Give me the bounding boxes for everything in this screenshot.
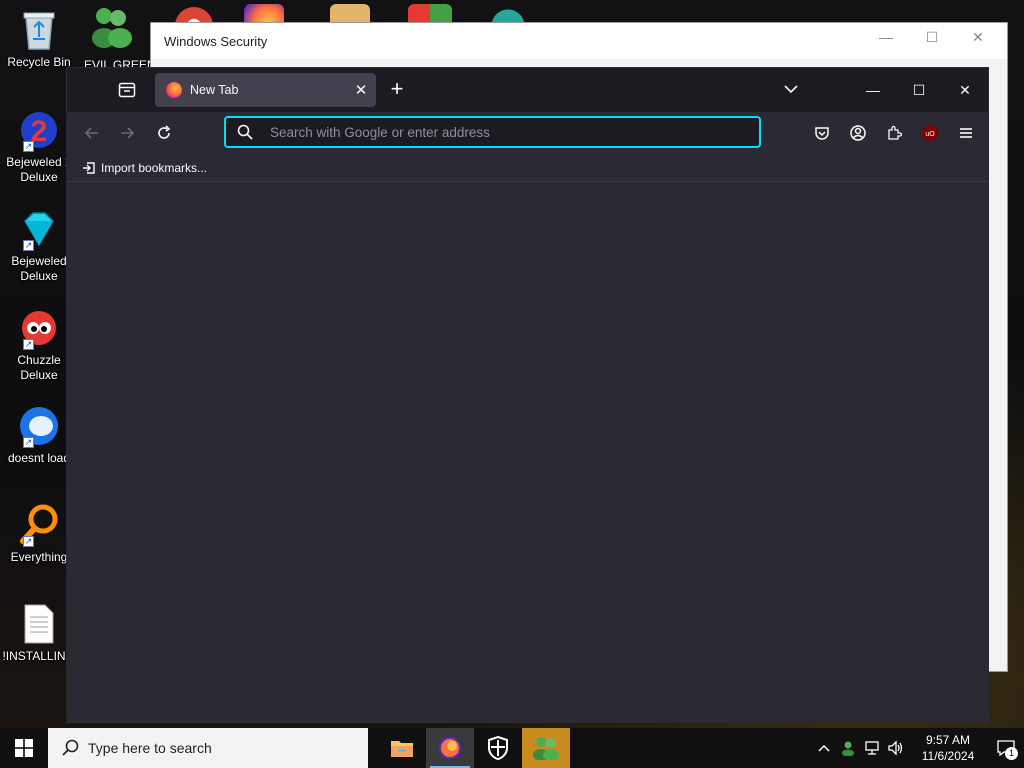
taskbar: Type here to search 9:57 AM 11/6/2024 1: [0, 728, 1024, 768]
new-tab-button[interactable]: +: [385, 78, 409, 102]
shortcut-arrow-icon: ↗: [23, 536, 34, 547]
bejeweled-label: Bejeweled Deluxe: [11, 254, 67, 283]
tab-close-icon[interactable]: ✕: [350, 81, 372, 99]
firefox-close-button[interactable]: ✕: [942, 68, 988, 112]
search-icon: [226, 124, 264, 140]
tab-title: New Tab: [190, 83, 239, 97]
navigation-toolbar: uO: [67, 112, 988, 154]
thunderbird-icon: ↗: [17, 404, 61, 448]
shortcut-arrow-icon: ↗: [23, 240, 34, 251]
evil-green-desktop-icon[interactable]: EVIL GREEN: [84, 4, 150, 72]
notification-count-badge: 1: [1005, 747, 1018, 760]
bejeweled-desktop-icon[interactable]: ↗ Bejeweled Deluxe: [4, 207, 74, 284]
firefox-taskbar-button[interactable]: [426, 728, 474, 768]
firefox-minimize-button[interactable]: —: [850, 68, 896, 112]
volume-icon[interactable]: [884, 740, 908, 756]
windows-security-icon: [488, 736, 508, 760]
clock[interactable]: 9:57 AM 11/6/2024: [914, 732, 982, 764]
forward-button[interactable]: [115, 121, 139, 145]
import-bookmarks-link[interactable]: Import bookmarks...: [101, 161, 207, 175]
firefox-view-icon: [118, 82, 136, 98]
windows-security-taskbar-button[interactable]: [474, 728, 522, 768]
windows-logo-icon: [15, 739, 33, 757]
maximize-button[interactable]: ☐: [909, 29, 955, 46]
bejeweled-2-label: Bejeweled 2 Deluxe: [6, 155, 71, 184]
everything-label: Everything: [10, 550, 68, 564]
firefox-window-controls: — ☐ ✕: [850, 68, 988, 112]
evil-green-tray-icon[interactable]: [836, 740, 860, 756]
minimize-button[interactable]: —: [863, 29, 909, 46]
recycle-bin-icon: [17, 8, 61, 52]
tab-new-tab[interactable]: New Tab ✕: [155, 73, 376, 107]
reload-icon: [158, 125, 171, 139]
chevron-down-icon: [784, 85, 798, 94]
close-button[interactable]: ✕: [955, 29, 1001, 46]
search-icon: [62, 739, 79, 756]
tab-bar: New Tab ✕ + — ☐ ✕: [67, 68, 988, 112]
firefox-window[interactable]: New Tab ✕ + — ☐ ✕ Search with Google or …: [66, 67, 989, 723]
text-document-icon: [17, 602, 61, 646]
svg-text:uO: uO: [925, 131, 935, 138]
firefox-icon: [439, 737, 461, 759]
taskbar-search-box[interactable]: Type here to search: [48, 728, 368, 768]
network-icon[interactable]: [860, 740, 884, 756]
action-center-button[interactable]: 1: [988, 728, 1024, 768]
bejeweled-2-desktop-icon[interactable]: 2 ↗ Bejeweled 2 Deluxe: [4, 108, 74, 185]
file-explorer-icon: [391, 741, 413, 757]
chuzzle-label: Chuzzle Deluxe: [17, 353, 61, 382]
desktop: EVIL GREEN Recycle Bin 2 ↗ Bejeweled 2 D…: [0, 0, 1024, 728]
taskbar-search-placeholder: Type here to search: [88, 740, 212, 756]
chevron-up-icon: [818, 744, 830, 752]
address-input[interactable]: [264, 124, 759, 140]
list-all-tabs-button[interactable]: [781, 79, 801, 99]
new-tab-page: [67, 182, 988, 722]
back-arrow-icon: [84, 127, 98, 139]
forward-arrow-icon: [121, 127, 135, 139]
ublock-origin-icon[interactable]: uO: [918, 121, 942, 145]
firefox-favicon-icon: [166, 82, 182, 98]
doesnt-load-desktop-icon[interactable]: ↗ doesnt load: [4, 404, 74, 466]
system-tray: 9:57 AM 11/6/2024 1: [812, 728, 1024, 768]
chuzzle-icon: ↗: [17, 306, 61, 350]
evil-green-icon: [533, 737, 559, 760]
shortcut-arrow-icon: ↗: [23, 339, 34, 350]
bejeweled-2-icon: 2 ↗: [17, 108, 61, 152]
firefox-maximize-button[interactable]: ☐: [896, 68, 942, 112]
url-bar[interactable]: [224, 116, 761, 148]
recycle-bin-desktop-icon[interactable]: Recycle Bin: [4, 8, 74, 70]
bejeweled-icon: ↗: [17, 207, 61, 251]
everything-search-icon: ↗: [17, 503, 61, 547]
evil-green-taskbar-button[interactable]: [522, 728, 570, 768]
extensions-icon[interactable]: [882, 121, 906, 145]
doesnt-load-label: doesnt load: [7, 451, 71, 465]
account-icon[interactable]: [846, 121, 870, 145]
clock-date: 11/6/2024: [921, 749, 975, 763]
installing-label: !INSTALLIN...: [2, 649, 76, 663]
pocket-icon[interactable]: [810, 121, 834, 145]
recycle-bin-label: Recycle Bin: [7, 55, 71, 69]
windows-security-controls: — ☐ ✕: [863, 29, 1001, 46]
chuzzle-desktop-icon[interactable]: ↗ Chuzzle Deluxe: [4, 306, 74, 383]
menu-icon[interactable]: [954, 121, 978, 145]
installing-desktop-icon[interactable]: !INSTALLIN...: [2, 602, 76, 664]
start-button[interactable]: [0, 728, 48, 768]
windows-security-title: Windows Security: [164, 33, 268, 49]
toolbar-right-icons: uO: [810, 121, 978, 145]
firefox-view-button[interactable]: [113, 78, 141, 102]
reload-button[interactable]: [152, 121, 176, 145]
bookmarks-toolbar: Import bookmarks...: [67, 154, 988, 182]
shortcut-arrow-icon: ↗: [23, 141, 34, 152]
show-hidden-icons-button[interactable]: [812, 743, 836, 753]
file-explorer-taskbar-button[interactable]: [378, 728, 426, 768]
import-icon: [83, 161, 95, 174]
shortcut-arrow-icon: ↗: [23, 437, 34, 448]
everything-desktop-icon[interactable]: ↗ Everything: [4, 503, 74, 565]
back-button[interactable]: [80, 121, 104, 145]
clock-time: 9:57 AM: [925, 733, 971, 747]
